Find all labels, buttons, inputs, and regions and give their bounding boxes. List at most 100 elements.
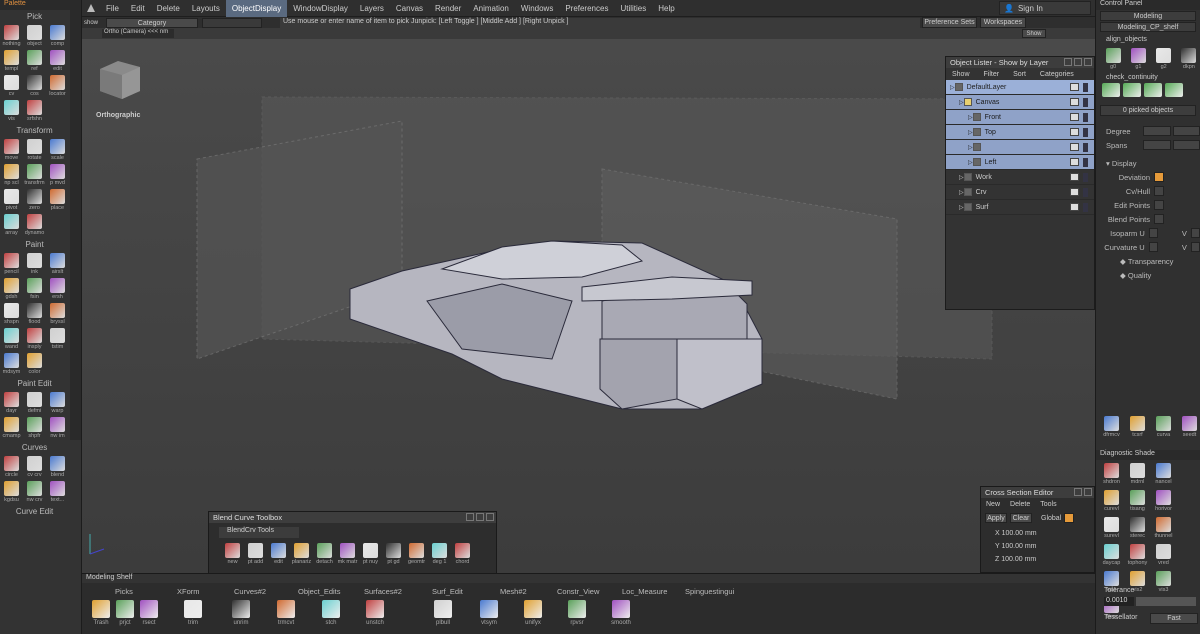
visibility-icon[interactable] xyxy=(1070,173,1079,181)
tool-button[interactable]: g2 xyxy=(1153,47,1175,72)
display-option-checkbox[interactable] xyxy=(1154,214,1164,224)
menu-item[interactable]: Edit xyxy=(125,0,151,17)
cross-section-titlebar[interactable]: Cross Section Editor xyxy=(981,487,1094,498)
visibility-icon[interactable] xyxy=(1070,98,1079,106)
tool-button[interactable]: kgdsu xyxy=(0,480,23,505)
tool-button[interactable]: vred xyxy=(1152,543,1175,568)
tool-button[interactable]: rotate xyxy=(23,138,46,163)
lister-row[interactable]: ▷ Front xyxy=(946,110,1094,125)
tool-button[interactable]: tstim xyxy=(46,327,69,352)
tool-button[interactable]: new xyxy=(221,542,244,567)
shelf-item[interactable]: trim xyxy=(178,600,208,626)
tool-button[interactable]: horivor xyxy=(1152,489,1175,514)
tool-button[interactable]: surevl xyxy=(1100,516,1123,541)
lock-icon[interactable] xyxy=(1083,142,1088,152)
continuity-tool-icon[interactable] xyxy=(1144,83,1162,97)
tool-button[interactable]: cos xyxy=(23,74,46,99)
spans-field[interactable] xyxy=(1143,140,1171,150)
tool-button[interactable]: planariz xyxy=(290,542,313,567)
window-menu-icon[interactable] xyxy=(1064,58,1072,66)
tool-button[interactable]: curevl xyxy=(1100,489,1123,514)
clear-button[interactable]: Clear xyxy=(1010,513,1032,523)
shelf-item[interactable]: unifyx xyxy=(518,600,548,626)
tool-button[interactable]: daycap xyxy=(1100,543,1123,568)
object-input[interactable] xyxy=(202,18,262,28)
show-button[interactable]: Show xyxy=(1022,29,1046,38)
tool-button[interactable]: mdrnl xyxy=(1126,462,1149,487)
tool-button[interactable]: p mvd xyxy=(46,163,69,188)
workspaces-button[interactable]: Workspaces xyxy=(980,17,1026,28)
visibility-icon[interactable] xyxy=(1070,188,1079,196)
tool-button[interactable]: curva xyxy=(1152,415,1175,440)
tool-button[interactable]: object xyxy=(23,24,46,49)
tool-button[interactable]: deg 1 xyxy=(428,542,451,567)
visibility-icon[interactable] xyxy=(1070,203,1079,211)
visibility-icon[interactable] xyxy=(1070,158,1079,166)
window-menu-icon[interactable] xyxy=(466,513,474,521)
tool-button[interactable]: cv crv xyxy=(23,455,46,480)
tool-button[interactable]: cv xyxy=(0,74,23,99)
cross-menu-item[interactable]: New xyxy=(986,501,1000,508)
tool-button[interactable]: thunnel xyxy=(1152,516,1175,541)
shelf-item[interactable]: plbull xyxy=(428,600,458,626)
tool-button[interactable]: move xyxy=(0,138,23,163)
tool-button[interactable]: pivot xyxy=(0,188,23,213)
tool-button[interactable]: place xyxy=(46,188,69,213)
tool-button[interactable]: gdsh xyxy=(0,277,23,302)
menu-item[interactable]: WindowDisplay xyxy=(287,0,354,17)
tool-button[interactable]: dfrmcv xyxy=(1100,415,1123,440)
tool-button[interactable]: edit xyxy=(267,542,290,567)
cross-menu-item[interactable]: Tools xyxy=(1040,501,1056,508)
tolerance-input[interactable]: 0.0010 xyxy=(1104,597,1134,606)
tool-button[interactable]: array xyxy=(0,213,23,238)
tool-button[interactable]: text... xyxy=(46,480,69,505)
shelf-tab[interactable]: Constr_View xyxy=(557,587,599,596)
display-option-checkbox[interactable] xyxy=(1154,200,1164,210)
tool-button[interactable]: comp xyxy=(46,24,69,49)
lister-row[interactable]: ▷ Left xyxy=(946,155,1094,170)
tool-button[interactable]: nw im xyxy=(46,416,69,441)
visibility-icon[interactable] xyxy=(1070,113,1079,121)
window-menu-icon[interactable] xyxy=(1074,488,1082,496)
lister-row[interactable]: ▷ Top xyxy=(946,125,1094,140)
lister-row[interactable]: ▷ Crv xyxy=(946,185,1094,200)
transparency-label[interactable]: Transparency xyxy=(1128,257,1174,266)
tool-button[interactable]: pencil xyxy=(0,252,23,277)
tool-button[interactable]: shdron xyxy=(1100,462,1123,487)
tool-button[interactable]: mk matr xyxy=(336,542,359,567)
shelf-item[interactable]: unrim xyxy=(226,600,256,626)
tool-button[interactable]: nancel xyxy=(1152,462,1175,487)
apply-button[interactable]: Apply xyxy=(985,513,1007,523)
degree-field-2[interactable] xyxy=(1172,126,1200,136)
lock-icon[interactable] xyxy=(1083,127,1088,137)
tool-button[interactable]: mdsym xyxy=(0,352,23,377)
tool-button[interactable]: zero xyxy=(23,188,46,213)
shelf-tab[interactable]: Loc_Measure xyxy=(622,587,667,596)
visibility-icon[interactable] xyxy=(1070,128,1079,136)
tool-button[interactable]: flood xyxy=(23,302,46,327)
menu-item[interactable]: File xyxy=(100,0,125,17)
tool-button[interactable]: airslt xyxy=(46,252,69,277)
lock-icon[interactable] xyxy=(1083,157,1088,167)
continuity-tool-icon[interactable] xyxy=(1123,83,1141,97)
menu-item[interactable]: Render xyxy=(429,0,467,17)
window-close-icon[interactable] xyxy=(1084,58,1092,66)
tool-button[interactable]: templ xyxy=(0,49,23,74)
tool-button[interactable]: tisang xyxy=(1126,489,1149,514)
tessellator-dropdown[interactable]: Fast xyxy=(1150,613,1198,624)
shelf-item[interactable]: stch xyxy=(316,600,346,626)
tool-button[interactable]: shpfr xyxy=(23,416,46,441)
tool-button[interactable]: edit xyxy=(46,49,69,74)
lister-row[interactable]: ▷ xyxy=(946,140,1094,155)
tool-button[interactable]: seedt xyxy=(1178,415,1200,440)
menu-item[interactable]: Delete xyxy=(151,0,186,17)
menu-item[interactable]: Layers xyxy=(354,0,390,17)
quality-label[interactable]: Quality xyxy=(1128,271,1151,280)
window-close-icon[interactable] xyxy=(1084,488,1092,496)
global-checkbox[interactable] xyxy=(1064,513,1075,523)
window-minimize-icon[interactable] xyxy=(1074,58,1082,66)
shelf-item[interactable]: vtsym xyxy=(474,600,504,626)
continuity-tool-icon[interactable] xyxy=(1102,83,1120,97)
lister-menu-item[interactable]: Categories xyxy=(1040,71,1074,78)
lock-icon[interactable] xyxy=(1083,112,1088,122)
